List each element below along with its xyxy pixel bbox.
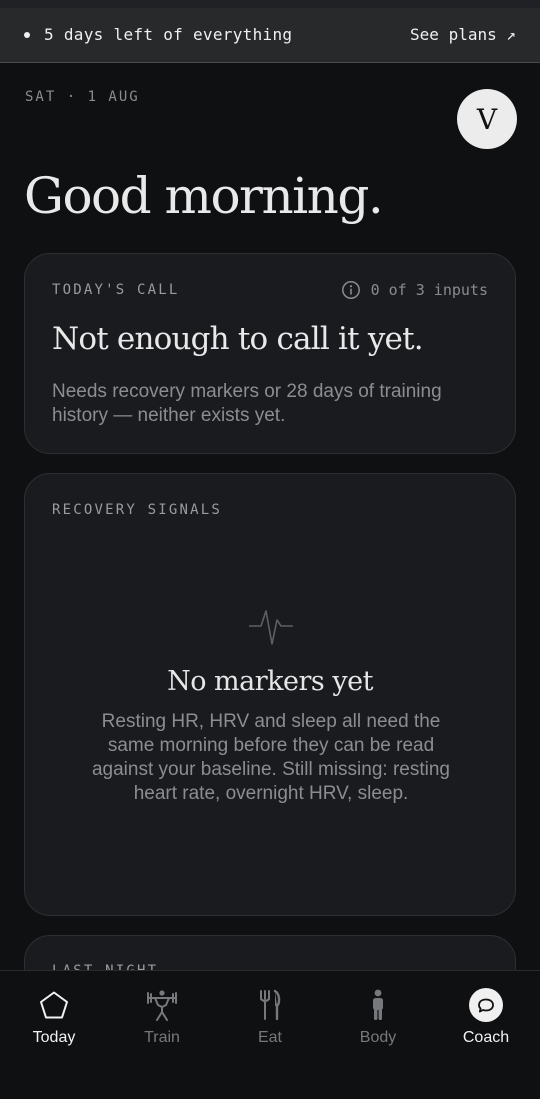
pentagon-icon	[34, 987, 74, 1023]
status-strip	[0, 0, 540, 8]
tab-label: Train	[144, 1029, 180, 1046]
bullet-dot-icon	[24, 32, 30, 38]
date-label: SAT · 1 AUG	[25, 89, 140, 105]
info-icon	[341, 280, 361, 300]
tab-label: Body	[359, 1029, 397, 1046]
call-title: Not enough to call it yet.	[52, 321, 424, 357]
heartbeat-pulse-icon	[248, 600, 294, 651]
tab-label: Today	[32, 1029, 76, 1046]
card-label: RECOVERY SIGNALS	[52, 502, 223, 518]
trial-banner-text: 5 days left of everything	[44, 25, 293, 44]
person-icon	[358, 987, 398, 1023]
tab-eat[interactable]: Eat	[216, 971, 324, 1099]
call-description: Needs recovery markers or 28 days of tra…	[52, 381, 442, 426]
trial-banner: 5 days left of everything See plans ↗	[0, 8, 540, 63]
card-label: TODAY'S CALL	[52, 282, 180, 298]
bottom-tab-bar: Today Train Eat Body Coach	[0, 970, 540, 1098]
inputs-count: 0 of 3 inputs	[370, 281, 488, 299]
avatar[interactable]: V	[457, 89, 517, 149]
empty-state-description: Resting HR, HRV and sleep all need the s…	[91, 711, 450, 804]
recovery-signals-card[interactable]: RECOVERY SIGNALS No markers yet Resting …	[24, 473, 516, 916]
tab-today[interactable]: Today	[0, 971, 108, 1099]
tab-label: Eat	[257, 1029, 282, 1046]
chat-bubble-icon	[466, 987, 506, 1023]
fork-knife-icon	[250, 987, 290, 1023]
inputs-status[interactable]: 0 of 3 inputs	[341, 280, 488, 300]
tab-coach[interactable]: Coach	[432, 971, 540, 1099]
tab-train[interactable]: Train	[108, 971, 216, 1099]
empty-state-title: No markers yet	[167, 666, 373, 697]
todays-call-card[interactable]: TODAY'S CALL 0 of 3 inputs Not enough to…	[24, 253, 516, 454]
see-plans-link[interactable]: See plans ↗	[410, 25, 516, 44]
page-title: Good morning.	[24, 167, 384, 225]
weightlifter-icon	[142, 987, 182, 1023]
tab-label: Coach	[462, 1029, 510, 1046]
tab-body[interactable]: Body	[324, 971, 432, 1099]
